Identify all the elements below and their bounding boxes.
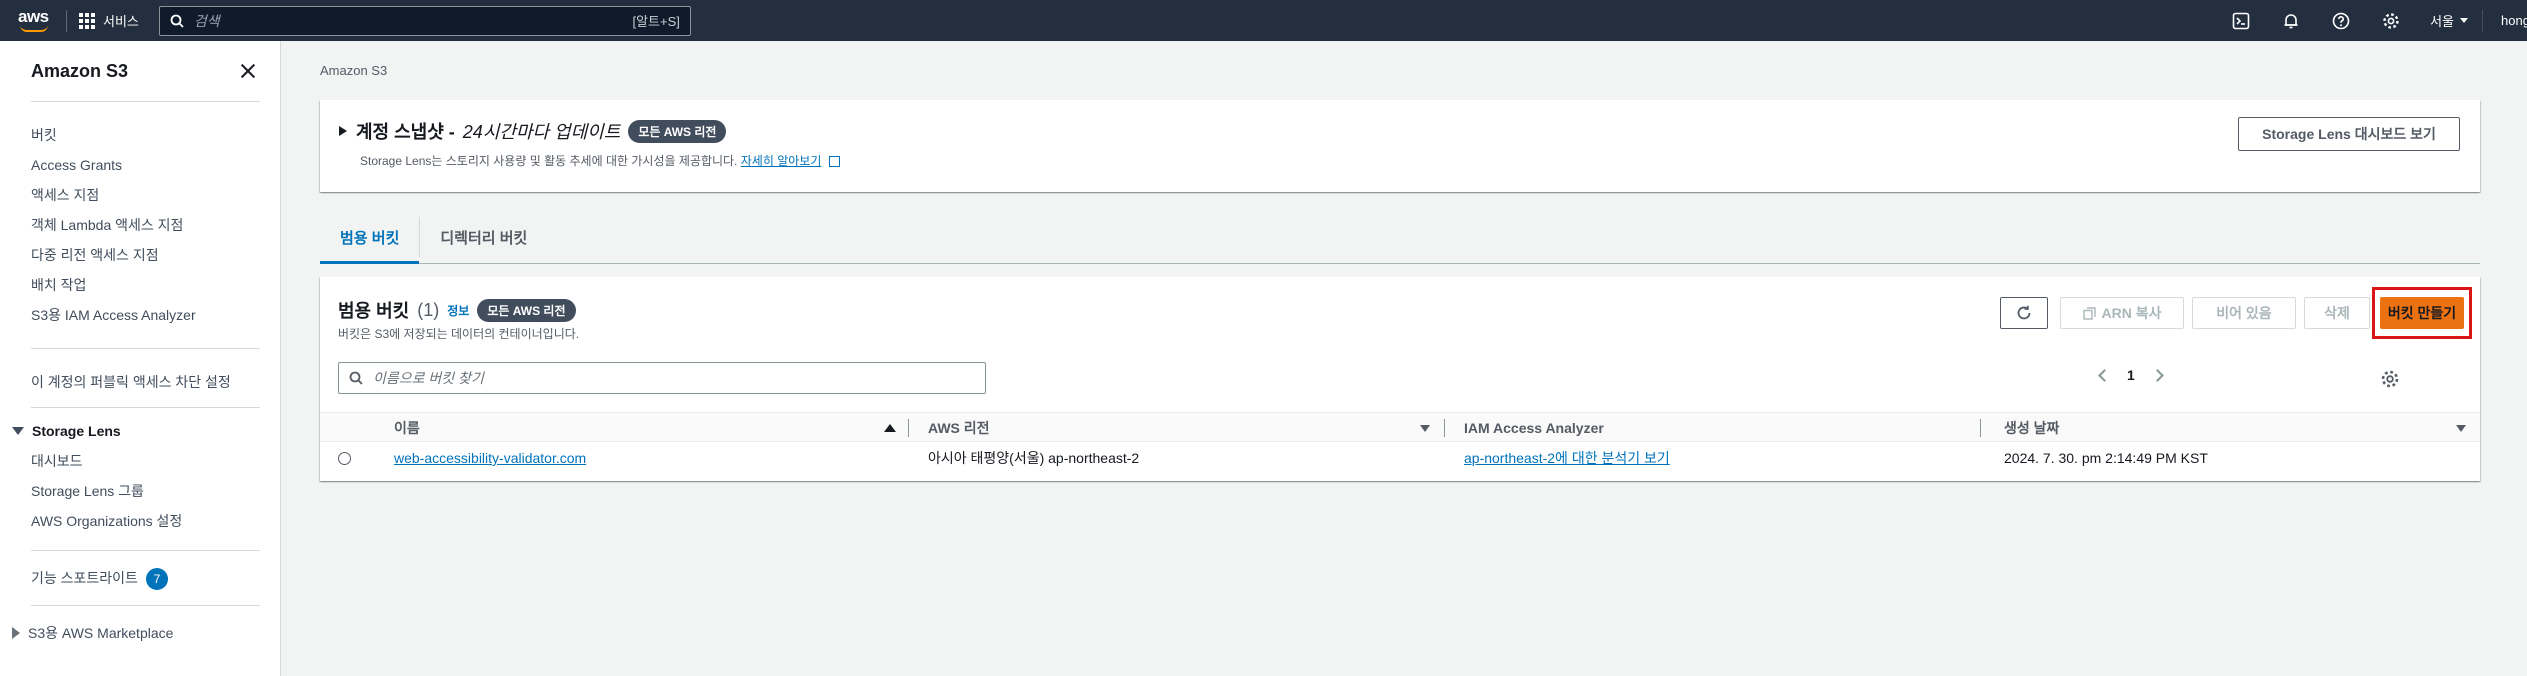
delete-bucket-button[interactable]: 삭제 (2304, 297, 2370, 329)
services-label: 서비스 (103, 14, 139, 29)
page-number[interactable]: 1 (2127, 367, 2135, 383)
table-header: 이름 AWS 리전 IAM Access Analyzer 생성 날짜 (320, 412, 2480, 442)
view-analyzer-link[interactable]: ap-northeast-2에 대한 분석기 보기 (1464, 450, 1670, 466)
column-header-created[interactable]: 생성 날짜 (2004, 413, 2059, 443)
sidebar-item-multi-region[interactable]: 다중 리전 액세스 지점 (31, 240, 280, 270)
top-navigation: aws 서비스 [알트+S] 서울 hongjun (0, 0, 2527, 41)
region-selector[interactable]: 서울 (2416, 11, 2482, 30)
gear-icon (2383, 12, 2399, 29)
bucket-search-input[interactable] (373, 370, 975, 386)
caret-down-icon (12, 427, 24, 435)
tab-directory-buckets[interactable]: 디렉터리 버킷 (420, 211, 547, 263)
account-menu[interactable]: hongjun (2482, 9, 2527, 32)
notifications-button[interactable] (2266, 0, 2316, 41)
create-bucket-button[interactable]: 버킷 만들기 (2380, 297, 2464, 329)
buckets-header: 범용 버킷 (1) 정보 모든 AWS 리전 (338, 297, 576, 323)
all-regions-badge: 모든 AWS 리전 (477, 298, 576, 322)
refresh-button[interactable] (2000, 297, 2048, 329)
sidebar-item-organizations[interactable]: AWS Organizations 설정 (31, 506, 280, 536)
sort-ascending-icon[interactable] (884, 424, 896, 432)
services-grid-icon (79, 12, 95, 29)
snapshot-description: Storage Lens는 스토리지 사용량 및 활동 추세에 대한 가시성을 … (360, 152, 840, 169)
cloudshell-icon (2232, 12, 2250, 29)
sidebar-item-lens-groups[interactable]: Storage Lens 그룹 (31, 476, 280, 506)
bucket-created-date: 2024. 7. 30. pm 2:14:49 PM KST (2004, 450, 2208, 466)
sidebar-item-dashboards[interactable]: 대시보드 (31, 446, 280, 476)
snapshot-header[interactable]: 계정 스냅샷 - 24시간마다 업데이트 모든 AWS 리전 (338, 118, 727, 144)
aws-logo[interactable]: aws (18, 8, 52, 33)
all-regions-badge: 모든 AWS 리전 (628, 119, 727, 143)
help-icon (2332, 12, 2350, 29)
caret-right-icon (12, 627, 20, 639)
sidebar-title: Amazon S3 (31, 60, 129, 81)
sidebar-item-access-points[interactable]: 액세스 지점 (31, 180, 280, 210)
settings-button[interactable] (2366, 0, 2416, 41)
bucket-region: 아시아 태평양(서울) ap-northeast-2 (928, 450, 1140, 466)
view-storage-lens-dashboard-button[interactable]: Storage Lens 대시보드 보기 (2238, 117, 2460, 151)
services-menu[interactable]: 서비스 (79, 11, 139, 30)
refresh-icon (2017, 305, 2031, 320)
caret-down-icon (2460, 18, 2468, 23)
chevron-left-icon[interactable] (2098, 368, 2111, 382)
sidebar-item-batch[interactable]: 배치 작업 (31, 270, 280, 300)
pagination: 1 (2098, 367, 2164, 383)
buckets-panel: 범용 버킷 (1) 정보 모든 AWS 리전 버킷은 S3에 저장되는 데이터의… (320, 277, 2480, 481)
gear-icon[interactable] (2380, 369, 2400, 389)
sidebar-item-iam-analyzer[interactable]: S3용 IAM Access Analyzer (31, 300, 280, 330)
region-label: 서울 (2430, 14, 2454, 29)
close-icon[interactable] (238, 61, 258, 81)
sort-descending-icon[interactable] (2456, 425, 2466, 432)
sidebar-item-feature-spotlight[interactable]: 기능 스포트라이트 7 (31, 563, 280, 593)
info-link[interactable]: 정보 (447, 302, 469, 319)
main-content: Amazon S3 계정 스냅샷 - 24시간마다 업데이트 모든 AWS 리전… (282, 41, 2527, 676)
sidebar-item-access-grants[interactable]: Access Grants (31, 150, 280, 180)
buckets-title: 범용 버킷 (338, 301, 410, 321)
help-button[interactable] (2316, 0, 2366, 41)
empty-bucket-button[interactable]: 비어 있음 (2192, 297, 2296, 329)
caret-right-icon (339, 126, 347, 136)
cloudshell-button[interactable] (2216, 0, 2266, 41)
buckets-table: 이름 AWS 리전 IAM Access Analyzer 생성 날짜 web-… (320, 412, 2480, 474)
breadcrumb[interactable]: Amazon S3 (320, 63, 387, 78)
buckets-description: 버킷은 S3에 저장되는 데이터의 컨테이너입니다. (338, 327, 580, 341)
external-link-icon (828, 156, 840, 168)
bucket-name-link[interactable]: web-accessibility-validator.com (394, 450, 586, 466)
sidebar: Amazon S3 버킷 Access Grants 액세스 지점 객체 Lam… (0, 41, 281, 676)
column-header-name[interactable]: 이름 (394, 413, 420, 443)
column-header-region[interactable]: AWS 리전 (928, 413, 990, 443)
learn-more-link[interactable]: 자세히 알아보기 (741, 154, 822, 168)
global-search-input[interactable] (193, 12, 623, 29)
sidebar-section-storage-lens[interactable]: Storage Lens (0, 416, 280, 446)
sidebar-item-buckets[interactable]: 버킷 (31, 120, 280, 150)
snapshot-subtitle: 24시간마다 업데이트 (462, 122, 621, 142)
sidebar-item-block-public-access[interactable]: 이 계정의 퍼블릭 액세스 차단 설정 (31, 367, 280, 397)
column-header-iam-analyzer[interactable]: IAM Access Analyzer (1464, 413, 1604, 443)
search-icon (170, 14, 184, 28)
sort-descending-icon[interactable] (1420, 425, 1430, 432)
global-search[interactable]: [알트+S] (158, 5, 691, 36)
bucket-search[interactable] (338, 362, 986, 394)
feature-count-badge: 7 (145, 568, 168, 591)
account-snapshot-panel: 계정 스냅샷 - 24시간마다 업데이트 모든 AWS 리전 Storage L… (320, 100, 2480, 192)
row-select-radio[interactable] (338, 452, 351, 465)
search-icon (349, 371, 363, 385)
table-row: web-accessibility-validator.com 아시아 태평양(… (320, 442, 2480, 474)
sidebar-item-marketplace[interactable]: S3용 AWS Marketplace (0, 618, 280, 648)
copy-arn-button[interactable]: ARN 복사 (2060, 297, 2184, 329)
search-shortcut: [알트+S] (632, 14, 680, 29)
sidebar-item-object-lambda[interactable]: 객체 Lambda 액세스 지점 (31, 210, 280, 240)
bucket-type-tabs: 범용 버킷 디렉터리 버킷 (320, 211, 2480, 264)
buckets-count: (1) (417, 299, 440, 320)
tab-general-purpose-buckets[interactable]: 범용 버킷 (320, 211, 420, 264)
bell-icon (2284, 13, 2298, 28)
chevron-right-icon[interactable] (2150, 368, 2164, 382)
copy-icon (2082, 306, 2096, 320)
